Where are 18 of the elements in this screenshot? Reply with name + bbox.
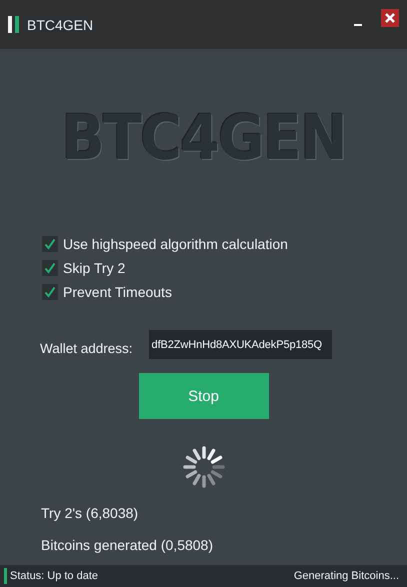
- close-icon: [384, 12, 396, 24]
- wallet-label: Wallet address:: [40, 341, 133, 356]
- wallet-field[interactable]: dfB2ZwHnHd8AXUKAdekP5p185Q: [148, 330, 332, 359]
- activity-text: Generating Bitcoins...: [294, 570, 399, 582]
- checkbox-label: Prevent Timeouts: [63, 284, 172, 300]
- checkbox-label: Skip Try 2: [63, 260, 126, 276]
- checkbox-label: Use highspeed algorithm calculation: [63, 236, 288, 252]
- stat-text: Try 2's (6,8038): [41, 505, 140, 521]
- status-text: Up to date: [47, 570, 98, 582]
- window-title: BTC4GEN: [27, 16, 94, 32]
- spinner-icon: [182, 445, 226, 489]
- close-button[interactable]: [381, 8, 399, 26]
- app-icon: [8, 16, 19, 33]
- checkbox[interactable]: [42, 260, 58, 276]
- checkbox[interactable]: [42, 236, 58, 252]
- checkbox[interactable]: [42, 284, 58, 300]
- stat-text: Bitcoins generated (0,5808): [41, 537, 214, 553]
- status-label: Status:: [10, 570, 44, 582]
